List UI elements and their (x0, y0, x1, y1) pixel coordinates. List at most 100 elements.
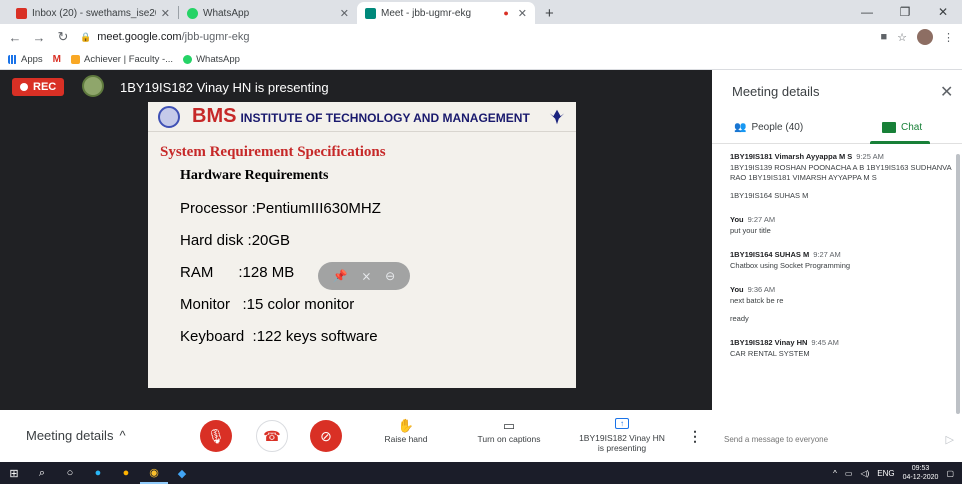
address-bar: ← → ↻ 🔒 meet.google.com/jbb-ugmr-ekg ■ ☆… (0, 24, 962, 50)
chat-scrollbar[interactable] (956, 154, 960, 414)
slide-line: Keyboard :122 keys software (180, 328, 378, 345)
network-icon[interactable]: ▭ (845, 469, 853, 478)
captions-label: Turn on captions (477, 434, 541, 444)
menu-icon[interactable]: ⋮ (943, 31, 954, 44)
captions-icon: ▭ (502, 418, 516, 433)
search-icon[interactable]: ⌕ (28, 462, 56, 484)
camera-off-icon: ⊘ (320, 427, 332, 444)
bookmark-label: WhatsApp (196, 54, 240, 65)
presenting-button[interactable]: ↑ 1BY19IS182 Vinay HN is presenting (570, 418, 674, 453)
tab-meet[interactable]: Meet - jbb-ugmr-ekg ● ✕ (357, 2, 535, 24)
tab-chat[interactable]: Chat (882, 122, 922, 133)
minimize-icon[interactable]: — (848, 0, 886, 24)
windows-start-icon[interactable]: ⊞ (0, 462, 28, 484)
edge-icon[interactable]: ● (84, 462, 112, 484)
star-icon[interactable]: ☆ (897, 31, 907, 44)
system-tray: ^ ▭ ◁) ENG 09:53 04-12-2020 ▢ (833, 462, 954, 484)
message-sender: 1BY19IS164 SUHAS M (730, 250, 810, 259)
slide-brand-line: BMS INSTITUTE OF TECHNOLOGY AND MANAGEMEN… (192, 105, 530, 128)
clock[interactable]: 09:53 04-12-2020 (903, 464, 939, 482)
camera-toggle-button[interactable]: ⊘ (310, 420, 342, 452)
gmail-icon (16, 7, 27, 19)
restore-icon[interactable]: ❐ (886, 0, 924, 24)
close-icon[interactable]: ✕ (940, 82, 953, 102)
address-bar-actions: ■ ☆ ⋮ (880, 29, 954, 45)
send-icon[interactable]: ▷ (946, 433, 954, 446)
message-text: ready (730, 314, 749, 323)
captions-button[interactable]: ▭ Turn on captions (470, 418, 548, 444)
slide-header: BMS INSTITUTE OF TECHNOLOGY AND MANAGEMEN… (148, 102, 576, 132)
message-time: 9:25 AM (856, 152, 884, 161)
forward-icon[interactable]: → (32, 30, 46, 45)
close-icon[interactable]: ✕ (161, 7, 170, 20)
url-path: /jbb-ugmr-ekg (181, 31, 250, 43)
url-field[interactable]: 🔒 meet.google.com/jbb-ugmr-ekg (80, 31, 249, 43)
meeting-details-label: Meeting details (26, 428, 114, 443)
more-options-icon[interactable]: ⋮ (688, 428, 702, 445)
bookmark-label: Achiever | Faculty -... (84, 54, 174, 65)
record-dot-icon (20, 83, 28, 91)
tab-whatsapp[interactable]: WhatsApp ✕ (179, 2, 357, 24)
presentation-slide: BMS INSTITUTE OF TECHNOLOGY AND MANAGEMEN… (148, 102, 576, 388)
chat-message: 1BY19IS164 SUHAS M 9:27 AM Chatbox using … (730, 250, 954, 271)
message-sender: 1BY19IS181 Vimarsh Ayyappa M S (730, 152, 853, 161)
slide-line: Hard disk :20GB (180, 232, 291, 249)
recording-label: REC (33, 81, 57, 93)
volume-icon[interactable]: ◁) (860, 469, 869, 478)
bookmark-gmail[interactable]: M (53, 54, 61, 65)
profile-avatar[interactable] (917, 29, 933, 45)
mic-toggle-button[interactable]: 🎙 (200, 420, 232, 452)
message-time: 9:36 AM (747, 285, 776, 294)
mic-off-icon: 🎙 (207, 427, 225, 444)
chat-message: You 9:27 AM put your title (730, 215, 954, 236)
remove-icon[interactable]: ⊖ (385, 269, 395, 283)
back-icon[interactable]: ← (8, 30, 22, 45)
achiever-icon (71, 55, 80, 64)
chrome-icon[interactable]: ◉ (140, 462, 168, 484)
meeting-controls-bar: Meeting details ^ 🎙 ☎ ⊘ ✋ Raise hand ▭ T… (0, 410, 712, 462)
camera-icon[interactable]: ■ (880, 31, 887, 43)
mute-tile-icon[interactable]: ⨯ (361, 269, 371, 283)
presenting-label-line1: 1BY19IS182 Vinay HN (579, 433, 665, 443)
tray-chevron-icon[interactable]: ^ (833, 469, 837, 478)
notifications-icon[interactable]: ▢ (946, 469, 954, 478)
message-time: 9:27 AM (747, 215, 776, 224)
vscode-icon[interactable]: ◆ (168, 462, 196, 484)
message-text: next batck be re (730, 296, 784, 305)
url-domain: meet.google.com (97, 31, 182, 43)
task-view-icon[interactable]: ○ (56, 462, 84, 484)
pin-icon[interactable]: 📌 (333, 269, 348, 283)
chat-message: 1BY19IS181 Vimarsh Ayyappa M S 9:25 AM 1B… (730, 152, 954, 201)
reload-icon[interactable]: ↻ (56, 29, 70, 45)
new-tab-button[interactable]: + (535, 2, 564, 24)
language-indicator[interactable]: ENG (877, 469, 894, 478)
tab-title: WhatsApp (203, 7, 250, 19)
chat-message-input[interactable] (724, 434, 946, 444)
meeting-details-button[interactable]: Meeting details ^ (26, 428, 126, 443)
message-sender: You (730, 215, 744, 224)
app-icon[interactable]: ● (112, 462, 140, 484)
bookmark-achiever[interactable]: Achiever | Faculty -... (71, 54, 173, 65)
slide-line: Monitor :15 color monitor (180, 296, 355, 313)
browser-tab-bar: Inbox (20) - swethams_ise2014@ ✕ WhatsAp… (0, 0, 962, 24)
close-window-icon[interactable]: ✕ (924, 0, 962, 24)
tab-title: Meet - jbb-ugmr-ekg (381, 7, 472, 19)
message-text: put your title (730, 226, 771, 235)
bookmark-whatsapp[interactable]: WhatsApp (183, 54, 240, 65)
lock-icon: 🔒 (80, 31, 92, 42)
close-icon[interactable]: ✕ (340, 7, 349, 20)
message-sender: You (730, 285, 744, 294)
bookmark-apps[interactable]: Apps (8, 54, 43, 65)
tab-people[interactable]: 👥 People (40) (734, 122, 803, 133)
chat-compose: ▷ (724, 426, 954, 452)
panel-tabs: 👥 People (40) Chat (712, 116, 962, 144)
gmail-icon: M (52, 54, 61, 65)
panel-title: Meeting details (732, 84, 820, 99)
close-icon[interactable]: ✕ (518, 7, 527, 20)
screen: Inbox (20) - swethams_ise2014@ ✕ WhatsAp… (0, 0, 962, 484)
people-tab-label: People (40) (751, 122, 804, 133)
chat-message: You 9:36 AM next batck be re ready (730, 285, 954, 324)
leave-call-button[interactable]: ☎ (256, 420, 288, 452)
raise-hand-button[interactable]: ✋ Raise hand (378, 418, 434, 444)
tab-gmail[interactable]: Inbox (20) - swethams_ise2014@ ✕ (8, 2, 178, 24)
